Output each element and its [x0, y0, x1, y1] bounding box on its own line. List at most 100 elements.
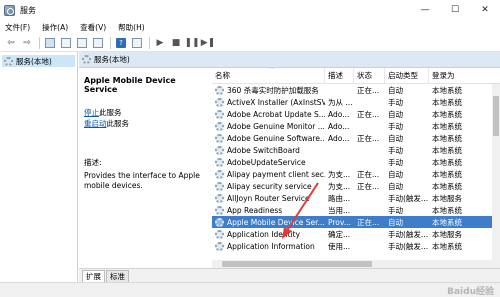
service-description-cell: 确定... [328, 229, 351, 239]
service-name-cell: 360 杀毒实时防护加载服务 [212, 85, 325, 96]
service-name-cell: Adobe SwitchBoard [212, 145, 325, 155]
menu-view[interactable]: 查看(V) [80, 22, 106, 33]
maximize-button[interactable]: ☐ [440, 0, 470, 20]
stop-service-link[interactable]: 停止此服务 [84, 107, 204, 118]
menu-file[interactable]: 文件(F) [5, 22, 30, 33]
table-row[interactable]: AdobeUpdateService 手动 本地系统 [212, 156, 500, 168]
back-arrow-icon[interactable]: ⇦ [4, 36, 18, 50]
tab-extended[interactable]: 扩展 [82, 270, 105, 282]
table-row[interactable]: Adobe SwitchBoard 手动 本地系统 [212, 144, 500, 156]
table-row[interactable]: Application Identity 确定... 手动(触发... 本地服务 [212, 228, 500, 240]
service-name-cell: Apple Mobile Device Ser... [212, 217, 325, 227]
service-name-cell: App Readiness [212, 205, 325, 215]
service-startup-type-cell: 自动 [388, 181, 403, 191]
column-header-startup-type[interactable]: 启动类型 [385, 68, 429, 84]
table-row[interactable]: Adobe Genuine Monitor ... Ado... 手动 本地系统 [212, 120, 500, 132]
table-row[interactable]: Application Information 使用... 手动(触发... 本地系统 [212, 240, 500, 252]
service-name-cell: Application Information [212, 241, 325, 251]
window-controls: — ☐ ✕ [410, 0, 500, 20]
gear-icon [215, 145, 224, 155]
service-description-cell: 为从 ... [328, 97, 353, 107]
table-row[interactable]: Alipay security service 为支... 正在... 自动 本地系统 [212, 180, 500, 192]
gear-icon [4, 56, 13, 66]
service-name-cell: AdobeUpdateService [212, 157, 325, 167]
gear-icon [215, 169, 224, 179]
column-header-name[interactable]: 名称 ^ [212, 68, 325, 84]
column-header-log-on-as[interactable]: 登录为 [429, 68, 500, 84]
gear-icon [215, 193, 224, 203]
gear-icon [82, 55, 91, 64]
service-status-cell: 正在... [357, 169, 380, 179]
show-hide-action-pane-icon[interactable] [130, 36, 144, 50]
menu-help[interactable]: 帮助(H) [118, 22, 145, 33]
horizontal-scrollbar[interactable] [212, 260, 492, 268]
export-list-icon[interactable] [91, 36, 105, 50]
table-row[interactable]: Adobe Acrobat Update S... Ado... 正在... 自动 本地… [212, 108, 500, 120]
close-button[interactable]: ✕ [470, 0, 500, 20]
pane-header-label: 服务(本地) [94, 55, 130, 64]
start-service-icon[interactable]: ▶ [153, 36, 167, 50]
service-name-cell: Adobe Genuine Software... [212, 133, 325, 143]
service-startup-type-cell: 手动 [388, 145, 403, 155]
forward-arrow-icon[interactable]: ⇨ [20, 36, 34, 50]
tab-standard[interactable]: 标准 [106, 270, 129, 282]
restart-service-link[interactable]: 重启动此服务 [84, 118, 204, 129]
window-title: 服务 [20, 5, 36, 15]
service-log-on-as-cell: 本地系统 [432, 133, 462, 143]
service-status-cell: 正在... [357, 109, 380, 119]
service-startup-type-cell: 手动 [388, 97, 403, 107]
gear-icon [215, 157, 224, 167]
tree-item-services-local[interactable]: 服务(本地) [2, 55, 75, 67]
table-row[interactable]: 360 杀毒实时防护加载服务 正在... 自动 本地系统 [212, 84, 500, 96]
service-startup-type-cell: 自动 [388, 109, 403, 119]
table-row[interactable]: Apple Mobile Device Ser... Prov... 正在... 自动… [212, 216, 500, 228]
service-description-cell: 路由... [328, 193, 351, 203]
column-header-status[interactable]: 状态 [354, 68, 385, 84]
service-description-cell: Ado... [328, 121, 350, 131]
service-startup-type-cell: 手动(触发... [388, 241, 429, 251]
service-status-cell: 正在... [357, 85, 380, 95]
menu-action[interactable]: 操作(A) [42, 22, 68, 33]
column-header-description[interactable]: 描述 [325, 68, 354, 84]
watermark: Baidu经验 [447, 287, 494, 297]
vertical-scrollbar[interactable] [492, 84, 500, 268]
table-row[interactable]: ActiveX Installer (AxInstSV) 为从 ... 手动 本地系统 [212, 96, 500, 108]
restart-service-icon[interactable]: ▶❚ [201, 36, 215, 50]
pause-service-icon[interactable]: ❚❚ [184, 36, 199, 50]
service-description-cell: 使用... [328, 241, 351, 251]
stop-service-icon[interactable]: ■ [169, 36, 183, 50]
service-log-on-as-cell: 本地系统 [432, 169, 462, 179]
table-row[interactable]: Adobe Genuine Software... Ado... 正在... 自动 本地… [212, 132, 500, 144]
gear-icon [215, 85, 224, 95]
service-startup-type-cell: 自动 [388, 169, 403, 179]
service-startup-type-cell: 手动 [388, 205, 403, 215]
toolbar-separator [149, 36, 150, 49]
gear-icon [215, 217, 224, 227]
help-icon[interactable]: ? [114, 36, 128, 50]
gear-icon [215, 97, 224, 107]
service-name-cell: Application Identity [212, 229, 325, 239]
service-status-cell: 正在... [357, 133, 380, 143]
minimize-button[interactable]: — [410, 0, 440, 20]
toolbar-separator [39, 36, 40, 49]
pane-header: 服务(本地) [79, 52, 500, 68]
service-name-cell: Alipay payment client sec... [212, 169, 325, 179]
gear-icon [215, 121, 224, 131]
gear-icon [215, 205, 224, 215]
refresh-icon[interactable] [75, 36, 89, 50]
service-name-cell: AllJoyn Router Service [212, 193, 325, 203]
table-row[interactable]: App Readiness 当用... 手动 本地系统 [212, 204, 500, 216]
extended-pane: Apple Mobile Device Service 停止此服务 重启动此服务… [79, 68, 209, 268]
table-row[interactable]: Alipay payment client sec... 为支... 正在... 自动… [212, 168, 500, 180]
service-rows: 360 杀毒实时防护加载服务 正在... 自动 本地系统 ActiveX Install… [212, 84, 500, 252]
service-status-cell: 正在... [357, 181, 380, 191]
service-name-cell: Alipay security service [212, 181, 325, 191]
table-row[interactable]: AllJoyn Router Service 路由... 手动(触发... 本地服务 [212, 192, 500, 204]
properties-icon[interactable] [59, 36, 73, 50]
service-startup-type-cell: 手动 [388, 157, 403, 167]
status-bar: Baidu经验 [0, 282, 500, 297]
service-log-on-as-cell: 本地系统 [432, 85, 462, 95]
service-description-cell: Ado... [328, 133, 350, 143]
service-description-cell: 当用... [328, 205, 351, 215]
show-console-tree-icon[interactable] [43, 36, 57, 50]
